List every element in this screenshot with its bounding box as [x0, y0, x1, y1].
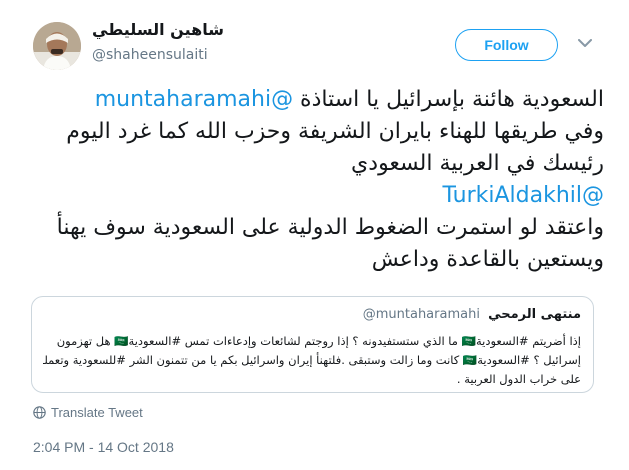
tweet-line: ويستعين بالقاعدة وداعش — [371, 247, 604, 272]
follow-button[interactable]: Follow — [455, 29, 558, 61]
quoted-tweet-text: إذا أضريتم #السعودية🇸🇦 ما الذي ستستفيدون… — [43, 332, 581, 389]
quoted-tweet[interactable]: منتهى الرمحي @muntaharamahi إذا أضريتم #… — [31, 296, 594, 393]
author-handle[interactable]: @shaheensulaiti — [92, 47, 208, 63]
translate-tweet-link[interactable]: Translate Tweet — [33, 405, 143, 420]
tweet-line: السعودية هائنة بإسرائيل يا استاذة @munta… — [94, 87, 604, 112]
tweet-text: السعودية هائنة بإسرائيل يا استاذة @munta… — [24, 84, 604, 276]
tweet-line: وفي طريقها للهناء بايران الشريفة وحزب ال… — [66, 119, 604, 144]
tweet-line: واعتقد لو استمرت الضغوط الدولية على السع… — [56, 215, 604, 240]
author-avatar[interactable] — [33, 22, 81, 70]
tweet-timestamp[interactable]: 2:04 PM - 14 Oct 2018 — [33, 439, 174, 455]
tweet-card: شاهين السليطي @shaheensulaiti Follow الس… — [0, 0, 629, 470]
user-avatar-icon — [33, 22, 81, 70]
translate-label: Translate Tweet — [51, 405, 143, 420]
quoted-tweet-line: إذا أضريتم #السعودية🇸🇦 ما الذي ستستفيدون… — [56, 334, 581, 348]
globe-icon — [33, 406, 46, 419]
mention-link[interactable]: @muntaharamahi — [95, 87, 293, 112]
mention-link[interactable]: @TurkiAldakhil — [443, 183, 604, 208]
tweet-line: @TurkiAldakhil — [24, 180, 604, 212]
tweet-menu-chevron-down-icon[interactable] — [576, 36, 594, 50]
quoted-author-handle: @muntaharamahi — [362, 307, 480, 322]
quoted-tweet-line: إسرائيل ؟ #السعودية🇸🇦 كانت وما زالت وستب… — [43, 353, 581, 367]
tweet-line: رئيسك في العربية السعودي — [351, 151, 604, 176]
quoted-author-name: منتهى الرمحي — [488, 307, 581, 322]
author-display-name[interactable]: شاهين السليطي — [92, 20, 224, 39]
quoted-tweet-line: على خراب الدول العربية . — [456, 372, 581, 386]
quoted-tweet-header: منتهى الرمحي @muntaharamahi — [363, 307, 581, 322]
